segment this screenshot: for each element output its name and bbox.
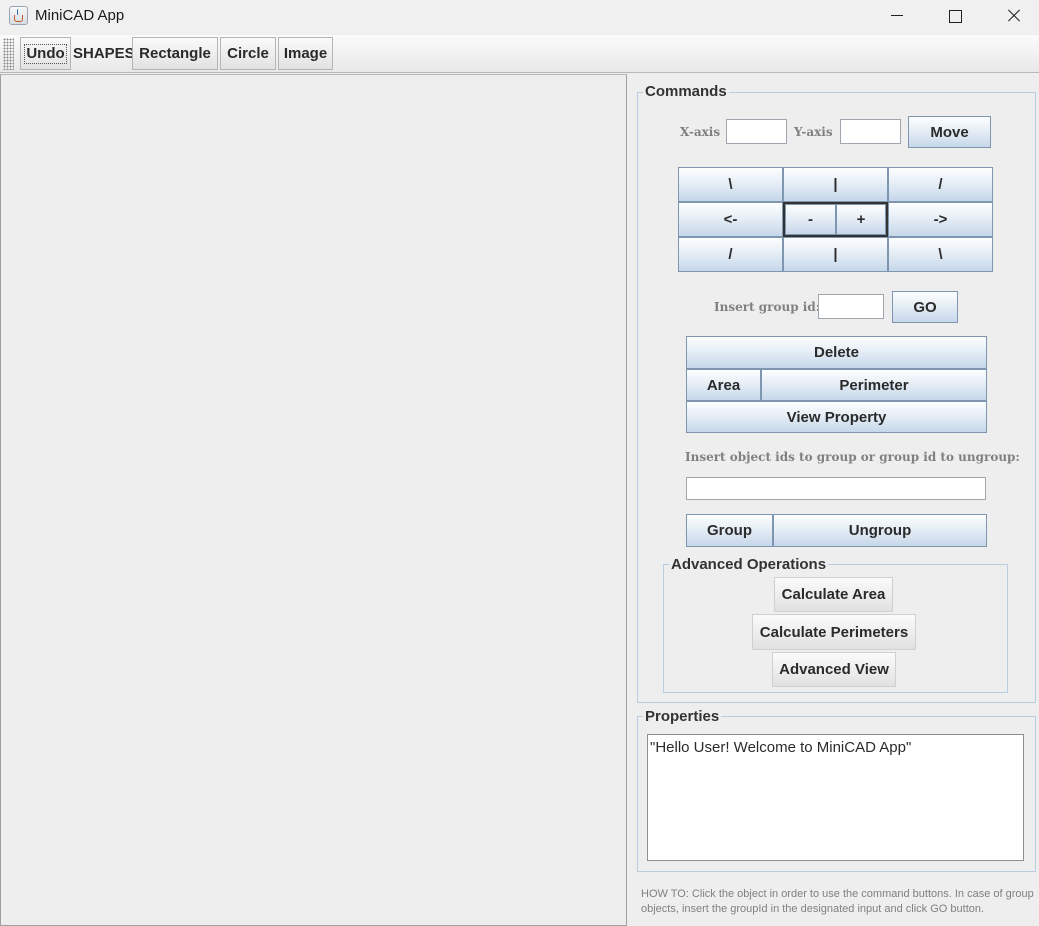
zoom-out-button[interactable]: - — [785, 204, 836, 235]
go-button[interactable]: GO — [892, 291, 958, 323]
move-up-left-button[interactable]: \ — [678, 167, 783, 202]
calculate-perimeters-button[interactable]: Calculate Perimeters — [752, 614, 916, 650]
zoom-in-button[interactable]: + — [836, 204, 886, 235]
move-left-button[interactable]: <- — [678, 202, 783, 237]
shapes-label: SHAPES — [73, 45, 135, 62]
properties-title: Properties — [643, 708, 722, 725]
java-cup-icon — [9, 6, 28, 25]
advanced-operations-title: Advanced Operations — [669, 556, 829, 573]
x-axis-label: X-axis — [680, 125, 721, 139]
area-button[interactable]: Area — [686, 369, 761, 401]
title-bar: MiniCAD App — [0, 0, 1039, 34]
properties-text-area[interactable]: "Hello User! Welcome to MiniCAD App" — [647, 734, 1024, 861]
close-icon[interactable] — [985, 0, 1039, 34]
y-axis-label: Y-axis — [794, 125, 833, 139]
toolbar: Undo SHAPES Rectangle Circle Image — [0, 35, 1039, 73]
move-up-right-button[interactable]: / — [888, 167, 993, 202]
move-down-right-button[interactable]: \ — [888, 237, 993, 272]
window-title: MiniCAD App — [35, 7, 125, 24]
calculate-area-button[interactable]: Calculate Area — [774, 577, 893, 612]
commands-title: Commands — [643, 83, 729, 100]
delete-button[interactable]: Delete — [686, 336, 987, 369]
object-ids-input[interactable] — [686, 477, 986, 500]
move-down-button[interactable]: | — [783, 237, 888, 272]
move-down-left-button[interactable]: / — [678, 237, 783, 272]
ungroup-button[interactable]: Ungroup — [773, 514, 987, 547]
how-to-hint: HOW TO: Click the object in order to use… — [641, 888, 1034, 915]
minimize-icon[interactable] — [868, 0, 926, 34]
group-id-input[interactable] — [818, 294, 884, 319]
object-ids-label: Insert object ids to group or group id t… — [685, 450, 1020, 464]
move-button[interactable]: Move — [908, 116, 991, 148]
move-right-button[interactable]: -> — [888, 202, 993, 237]
undo-label: Undo — [24, 43, 67, 64]
undo-button[interactable]: Undo — [20, 37, 71, 70]
drawing-canvas[interactable] — [0, 74, 627, 926]
maximize-icon[interactable] — [926, 0, 984, 34]
x-axis-input[interactable] — [726, 119, 787, 144]
perimeter-button[interactable]: Perimeter — [761, 369, 987, 401]
image-button[interactable]: Image — [278, 37, 333, 70]
group-button[interactable]: Group — [686, 514, 773, 547]
group-id-label: Insert group id: — [714, 300, 821, 314]
move-up-button[interactable]: | — [783, 167, 888, 202]
advanced-view-button[interactable]: Advanced View — [772, 652, 896, 687]
y-axis-input[interactable] — [840, 119, 901, 144]
rectangle-button[interactable]: Rectangle — [132, 37, 218, 70]
view-property-button[interactable]: View Property — [686, 401, 987, 433]
circle-button[interactable]: Circle — [220, 37, 276, 70]
toolbar-grip-handle[interactable] — [3, 38, 14, 70]
zoom-control: - + — [783, 202, 888, 237]
